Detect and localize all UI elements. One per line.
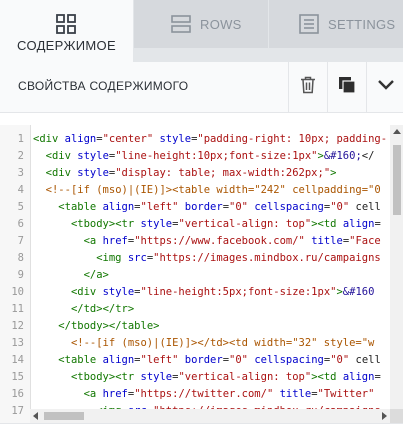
vertical-scroll-thumb[interactable] [393,145,401,215]
grid-icon [56,14,76,39]
vertical-scrollbar[interactable] [390,125,403,409]
code-line: 1 <div align="center" style="padding-righ… [0,131,387,148]
code-line: 17 <img src="https://images.mindbox.ru/c… [0,403,380,420]
code-text: <tbody><tr style="vertical-align: top"><… [70,371,381,383]
settings-list-icon [299,14,319,39]
tab-content[interactable]: СОДЕРЖИМОЕ [0,0,133,62]
code-text: <img src="https://images.mindbox.ru/camp… [96,252,381,264]
code-text: <div style="line-height:10px;font-size:1… [45,150,375,162]
tab-bar: СОДЕРЖИМОЕ ROWS SETTINGS [0,0,403,62]
duplicate-button[interactable] [327,62,366,112]
horizontal-scroll-thumb[interactable] [44,412,84,420]
line-number: 15 [11,371,24,383]
content-properties-panel: СВОЙСТВА СОДЕРЖИМОГО 1 <div align="center… [0,62,403,436]
line-number: 2 [17,150,24,162]
code-text: </a> [83,269,109,281]
code-text: <table align="left" border="0" cellspaci… [58,201,381,213]
line-number: 7 [17,235,24,247]
line-number: 12 [11,320,24,332]
tab-settings-label: SETTINGS [328,17,396,32]
collapse-button[interactable] [366,62,403,112]
line-number: 1 [17,133,24,145]
line-number: 4 [17,184,24,196]
html-code-editor[interactable]: 1 <div align="center" style="padding-righ… [0,125,403,424]
chevron-down-icon [377,78,395,96]
code-text: <!--[if (mso)|(IE)]><table width="242" c… [45,184,381,196]
line-number: 11 [11,303,24,315]
code-lines: 1 <div align="center" style="padding-righ… [0,131,387,420]
horizontal-scrollbar[interactable] [30,409,390,423]
code-line: 3 <div style="display: table; max-width:… [0,165,337,182]
code-text: <table align="left" border="0" cellspaci… [58,354,381,366]
code-text: <div align="center" style="padding-right… [33,133,388,145]
tab-rows[interactable]: ROWS [134,0,268,48]
code-line: 8 <img src="https://images.mindbox.ru/ca… [0,250,381,267]
line-number: 13 [11,337,24,349]
code-text: <div style="line-height:5px;font-size:1p… [70,286,375,298]
line-number: 10 [11,286,24,298]
code-line: 13 <!--[if (mso)|(IE)]></td><td width="3… [0,335,374,352]
line-number: 6 [17,218,24,230]
tab-rows-label: ROWS [200,17,242,32]
tab-content-label: СОДЕРЖИМОЕ [17,38,116,53]
panel-header: СВОЙСТВА СОДЕРЖИМОГО [0,62,403,113]
code-line: 16 <a href="https://twitter.com/" title=… [0,386,374,403]
scroll-right-arrow-icon[interactable] [382,412,387,420]
code-text: </td></tr> [70,303,135,315]
code-line: 6 <tbody><tr style="vertical-align: top"… [0,216,381,233]
code-text: <a href="https://twitter.com/" title="Tw… [83,388,375,400]
code-line: 7 <a href="https://www.facebook.com/" ti… [0,233,381,250]
trash-icon [300,76,316,99]
code-line: 14 <table align="left" border="0" cellsp… [0,352,380,369]
code-line: 2 <div style="line-height:10px;font-size… [0,148,375,165]
code-text: <div style="display: table; max-width:26… [45,167,337,179]
code-line: 9 </a> [0,267,109,284]
code-line: 11 </td></tr> [0,301,134,318]
line-number: 5 [17,201,24,213]
code-text: <a href="https://www.facebook.com/" titl… [83,235,381,247]
delete-button[interactable] [288,62,327,112]
code-line: 4 <!--[if (mso)|(IE)]><table width="242"… [0,182,381,199]
panel-title: СВОЙСТВА СОДЕРЖИМОГО [18,79,189,93]
scrollbar-corner [390,409,403,423]
duplicate-icon [338,76,356,99]
line-number: 9 [17,269,24,281]
code-line: 15 <tbody><tr style="vertical-align: top… [0,369,380,386]
line-number: 14 [11,354,24,366]
line-number: 16 [11,388,24,400]
code-text: </tbody></table> [58,320,160,332]
line-number: 17 [11,405,24,417]
code-text: <tbody><tr style="vertical-align: top"><… [70,218,381,230]
code-line: 5 <table align="left" border="0" cellspa… [0,199,381,216]
scroll-up-arrow-icon[interactable] [393,129,401,134]
tab-settings[interactable]: SETTINGS [269,0,403,48]
code-line: 12 </tbody></table> [0,318,159,335]
line-number: 3 [17,167,24,179]
code-line: 10 <div style="line-height:5px;font-size… [0,284,374,301]
rows-icon [171,14,191,39]
scroll-left-arrow-icon[interactable] [33,412,38,420]
code-text: <!--[if (mso)|(IE)]></td><td width="32" … [70,337,375,349]
line-number: 8 [17,252,24,264]
